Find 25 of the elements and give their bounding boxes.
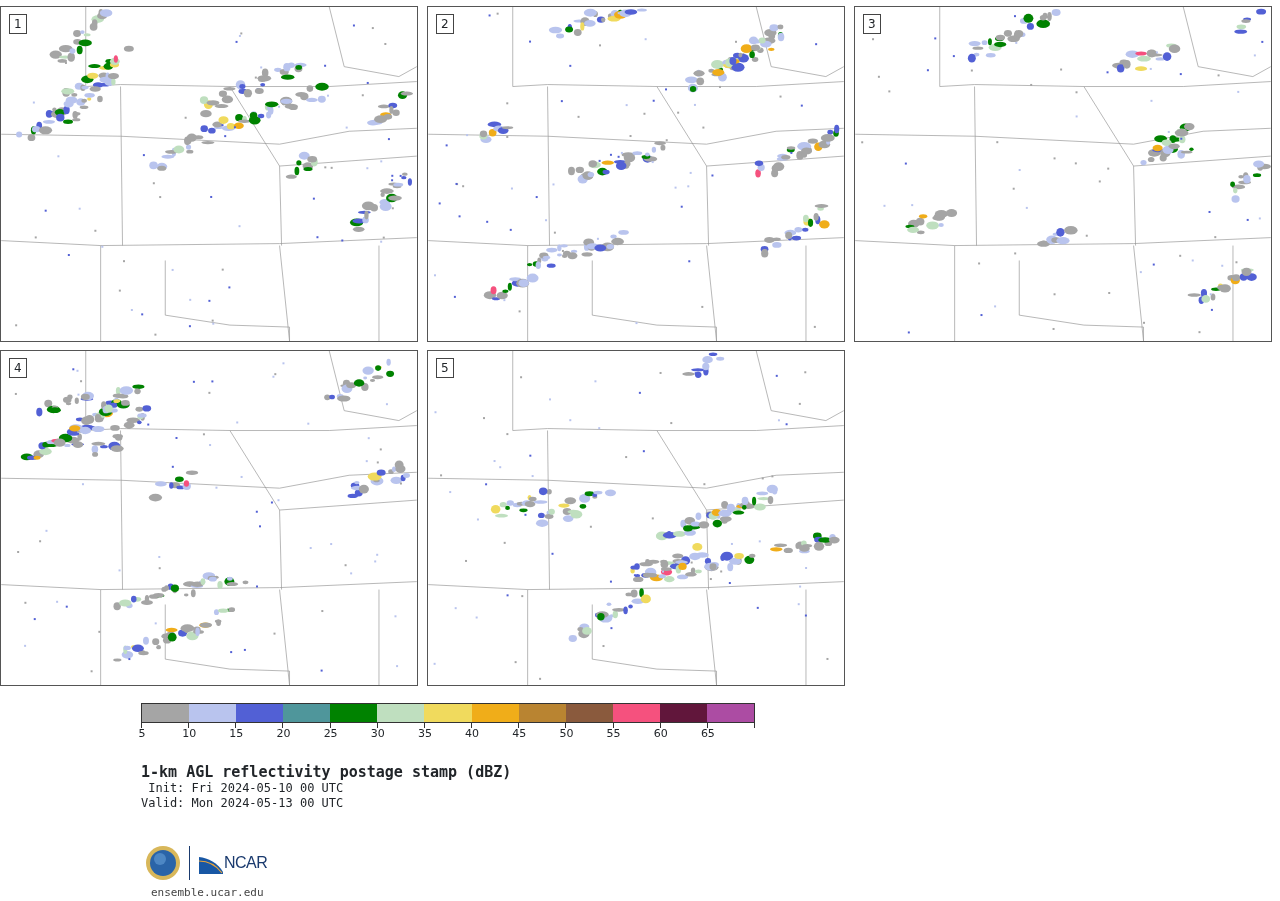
tick-label: 60 — [653, 728, 668, 741]
tick-label: 35 — [417, 728, 432, 741]
swoosh-icon — [198, 855, 224, 875]
tick-label: 40 — [465, 728, 480, 741]
panel-number: 5 — [436, 358, 454, 378]
panel-number: 2 — [436, 14, 454, 34]
tick-label: 55 — [606, 728, 621, 741]
ncar-logo: NCAR — [198, 851, 268, 875]
tick-label: 5 — [138, 728, 146, 741]
panel-number: 3 — [863, 14, 881, 34]
panel-number: 1 — [9, 14, 27, 34]
init-time: Init: Fri 2024-05-10 00 UTC — [147, 781, 345, 796]
valid-time: Valid: Mon 2024-05-13 00 UTC — [141, 796, 345, 811]
seal-logo-icon — [145, 845, 181, 881]
tick-label: 10 — [182, 728, 197, 741]
tick-label: 50 — [559, 728, 574, 741]
tick-label: 65 — [700, 728, 715, 741]
tick-label: 20 — [276, 728, 291, 741]
tick-label: 15 — [229, 728, 244, 741]
tick-label: 30 — [370, 728, 385, 741]
plot-title: 1-km AGL reflectivity postage stamp (dBZ) — [141, 763, 513, 781]
panel-number: 4 — [9, 358, 27, 378]
tick-label: 45 — [512, 728, 527, 741]
tick-label: 25 — [323, 728, 338, 741]
website-url: ensemble.ucar.edu — [151, 885, 265, 901]
